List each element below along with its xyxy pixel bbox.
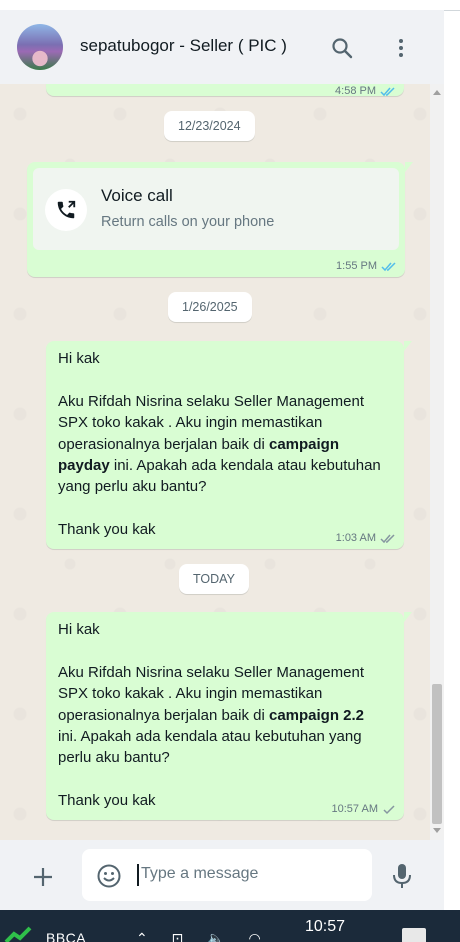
message-bubble[interactable]: Hi kak Aku Rifdah Nisrina selaku Seller … — [46, 612, 412, 820]
message-time: 1:03 AM — [335, 532, 376, 544]
message-time: 1:55 PM — [336, 260, 377, 272]
clock-time[interactable]: 10:57 — [305, 918, 345, 936]
date-separator: TODAY — [179, 564, 249, 594]
double-check-icon — [380, 533, 395, 543]
call-message-bubble[interactable]: Voice call Return calls on your phone 1:… — [27, 162, 413, 277]
message-placeholder: Type a message — [141, 865, 259, 882]
message-composer: Type a message — [0, 840, 444, 910]
scroll-up-arrow[interactable] — [433, 90, 441, 95]
chat-title[interactable]: sepatubogor - Seller ( PIC ) — [80, 36, 287, 56]
mic-icon[interactable] — [390, 862, 414, 890]
stock-trend-icon — [4, 926, 32, 942]
message-meta: 10:57 AM — [332, 803, 396, 815]
call-subtitle: Return calls on your phone — [101, 214, 275, 230]
check-icon — [383, 804, 395, 814]
voice-call-card[interactable]: Voice call Return calls on your phone — [33, 168, 399, 250]
plus-icon[interactable] — [30, 864, 56, 890]
message-list[interactable]: 4:58 PM 12/23/2024 Voice call Return cal… — [0, 84, 430, 840]
date-label: TODAY — [193, 572, 235, 586]
scroll-thumb[interactable] — [432, 684, 442, 824]
chat-header: sepatubogor - Seller ( PIC ) — [0, 10, 444, 84]
scroll-down-arrow[interactable] — [433, 828, 441, 833]
tray-icons[interactable]: ⌃ ⊡ 🔈 ◠ — [136, 930, 271, 942]
date-separator: 12/23/2024 — [164, 111, 255, 141]
phone-call-icon — [57, 200, 76, 219]
message-input[interactable]: Type a message — [82, 849, 372, 901]
call-icon-circle — [45, 189, 87, 231]
notification-icon[interactable] — [402, 928, 426, 942]
double-check-icon — [381, 261, 396, 271]
message-meta: 1:55 PM — [336, 260, 397, 272]
date-label: 1/26/2025 — [182, 300, 238, 314]
text-caret — [137, 864, 139, 886]
emoji-icon[interactable] — [96, 863, 122, 889]
avatar[interactable] — [17, 24, 63, 70]
date-separator: 1/26/2025 — [168, 292, 252, 322]
stock-ticker[interactable]: BBCA — [46, 930, 86, 942]
message-text: Hi kak Aku Rifdah Nisrina selaku Seller … — [58, 621, 365, 810]
message-bubble[interactable]: 4:58 PM — [46, 84, 404, 97]
message-meta: 1:03 AM — [336, 532, 396, 544]
message-text: Hi kak Aku Rifdah Nisrina selaku Seller … — [58, 350, 381, 539]
search-icon[interactable] — [330, 36, 354, 60]
message-time: 4:58 PM — [335, 85, 376, 97]
message-time: 10:57 AM — [331, 803, 378, 815]
os-taskbar: BBCA ⌃ ⊡ 🔈 ◠ 10:57 — [0, 910, 460, 942]
menu-icon[interactable] — [389, 36, 413, 60]
chat-scrollbar[interactable] — [430, 84, 444, 840]
double-check-icon — [380, 86, 395, 96]
call-title: Voice call — [101, 186, 173, 205]
date-label: 12/23/2024 — [178, 119, 241, 133]
message-bubble[interactable]: Hi kak Aku Rifdah Nisrina selaku Seller … — [46, 341, 412, 549]
message-meta: 4:58 PM — [335, 85, 396, 97]
